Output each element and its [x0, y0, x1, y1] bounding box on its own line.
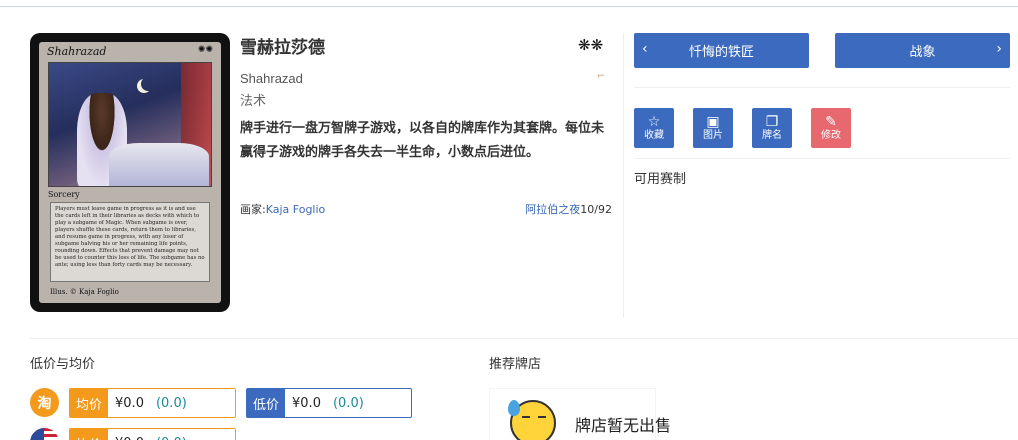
- card-image-illus: Illus. © Kaja Foglio: [50, 288, 119, 296]
- card-name-label: 牌名: [762, 130, 782, 141]
- price-value: ¥0.0: [108, 429, 144, 440]
- image-button[interactable]: ▣ 图片: [693, 108, 733, 148]
- art-cushion: [109, 143, 209, 186]
- card-image-rules: Players must leave game in progress as i…: [50, 202, 210, 282]
- card-frame: Shahrazad ✺✺ Sorcery Players must leave …: [39, 42, 221, 303]
- price-tag: 均价: [70, 429, 109, 440]
- us-flag-icon: [30, 428, 59, 440]
- edit-icon: ✎: [825, 114, 837, 130]
- card-rules-text: 牌手进行一盘万智牌子游戏，以各自的牌库作为其套牌。每位未赢得子游戏的牌手各失去一…: [240, 121, 605, 160]
- copy-icon: ❐: [765, 114, 779, 130]
- art-moon: [141, 77, 155, 91]
- us-avg-price: 均价 ¥0.0 (0.0): [69, 428, 236, 440]
- next-card-label: 战象: [909, 45, 936, 60]
- section-divider: [30, 338, 1018, 339]
- set-symbol-icon: ⌐: [597, 71, 606, 82]
- card-title: 雪赫拉莎德: [240, 38, 325, 58]
- next-card-button[interactable]: 战象 ›: [835, 33, 1010, 68]
- prev-card-button[interactable]: ‹ 忏悔的铁匠: [634, 33, 809, 68]
- card-artwork: [48, 62, 212, 187]
- formats-label: 可用赛制: [634, 172, 687, 187]
- card-english-name: Shahrazad: [240, 71, 303, 86]
- taobao-icon: 淘: [30, 388, 59, 417]
- prev-card-label: 忏悔的铁匠: [688, 45, 754, 60]
- chevron-left-icon: ‹: [642, 41, 648, 57]
- image-icon: ▣: [706, 114, 720, 130]
- card-name-button[interactable]: ❐ 牌名: [752, 108, 792, 148]
- face-eye: [538, 416, 546, 418]
- sweat-drop-icon: [508, 400, 520, 416]
- card-image[interactable]: Shahrazad ✺✺ Sorcery Players must leave …: [30, 33, 230, 312]
- price-avg: (0.0): [144, 429, 187, 440]
- face-eye: [522, 416, 530, 418]
- favorite-label: 收藏: [644, 130, 664, 141]
- price-tag: 均价: [70, 389, 109, 417]
- price-value: ¥0.0: [115, 395, 144, 411]
- price-section-title: 低价与均价: [30, 357, 96, 372]
- edit-button[interactable]: ✎ 修改: [811, 108, 851, 148]
- shop-section-title: 推荐牌店: [489, 357, 542, 372]
- price-value: ¥0.0: [292, 395, 321, 411]
- artist-label: 画家:: [240, 203, 266, 216]
- column-divider: [623, 33, 624, 318]
- favorite-button[interactable]: ☆ 收藏: [634, 108, 674, 148]
- edit-label: 修改: [821, 130, 841, 141]
- taobao-low-price: 低价 ¥0.0 (0.0): [246, 388, 412, 418]
- panel-divider: [634, 87, 1010, 88]
- panel-divider: [634, 158, 1010, 159]
- taobao-avg-price: 均价 ¥0.0 (0.0): [69, 388, 236, 418]
- card-image-name: Shahrazad: [47, 45, 107, 58]
- price-tag: 低价: [247, 389, 286, 417]
- flag-canton: [30, 428, 44, 440]
- card-image-mana: ✺✺: [197, 45, 213, 55]
- price-avg: (0.0): [332, 395, 364, 411]
- shop-empty-text: 牌店暂无出售: [575, 416, 672, 435]
- image-label: 图片: [703, 130, 723, 141]
- set-info: 阿拉伯之夜10/92: [525, 201, 612, 217]
- sad-face-icon: [508, 400, 556, 440]
- star-icon: ☆: [647, 114, 661, 130]
- set-link[interactable]: 阿拉伯之夜: [525, 203, 580, 216]
- top-divider: [0, 6, 1018, 7]
- price-avg: (0.0): [155, 395, 187, 411]
- mana-cost-icon: ❋❋: [578, 36, 604, 54]
- artist-info: 画家:Kaja Foglio: [240, 201, 325, 217]
- collector-number: 10/92: [580, 203, 612, 216]
- card-type: 法术: [240, 94, 267, 109]
- card-image-type: Sorcery: [48, 190, 80, 199]
- artist-link[interactable]: Kaja Foglio: [266, 203, 326, 216]
- chevron-right-icon: ›: [996, 41, 1002, 57]
